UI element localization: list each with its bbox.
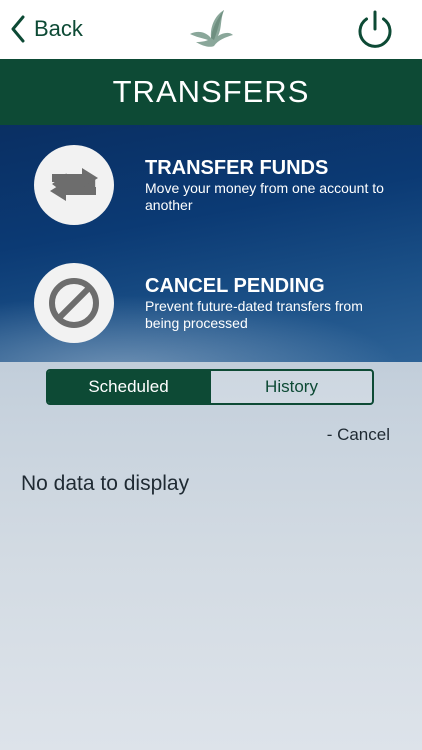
- back-label: Back: [34, 16, 83, 41]
- cancel-link[interactable]: - Cancel: [327, 425, 390, 445]
- power-icon: [353, 10, 397, 56]
- chevron-left-icon: [10, 15, 26, 43]
- actions-panel: TRANSFER FUNDS Move your money from one …: [0, 125, 422, 362]
- transfer-funds-description: Move your money from one account to anot…: [145, 180, 384, 213]
- cancel-icon: [34, 263, 114, 343]
- transfer-funds-title: TRANSFER FUNDS: [145, 157, 329, 179]
- empty-state-message: No data to display: [21, 472, 190, 495]
- bird-logo-icon: [188, 8, 234, 50]
- transfer-arrows-icon: [34, 145, 114, 225]
- cancel-pending-description: Prevent future-dated transfers from bein…: [145, 298, 363, 331]
- transfer-funds-action[interactable]: TRANSFER FUNDS Move your money from one …: [0, 135, 422, 235]
- cancel-pending-action[interactable]: CANCEL PENDING Prevent future-dated tran…: [0, 253, 422, 353]
- transfers-screen: { "header": { "back_label": "Back", "bac…: [0, 0, 422, 750]
- title-bar: TRANSFERS: [0, 59, 422, 125]
- tab-scheduled[interactable]: Scheduled: [48, 371, 209, 403]
- top-bar: Back: [0, 0, 422, 59]
- transfers-tab-control: Scheduled History: [46, 369, 374, 405]
- tab-history[interactable]: History: [209, 371, 372, 403]
- power-button[interactable]: [353, 8, 397, 52]
- page-title: TRANSFERS: [112, 74, 310, 109]
- back-button[interactable]: Back: [10, 12, 83, 46]
- cancel-pending-title: CANCEL PENDING: [145, 275, 325, 297]
